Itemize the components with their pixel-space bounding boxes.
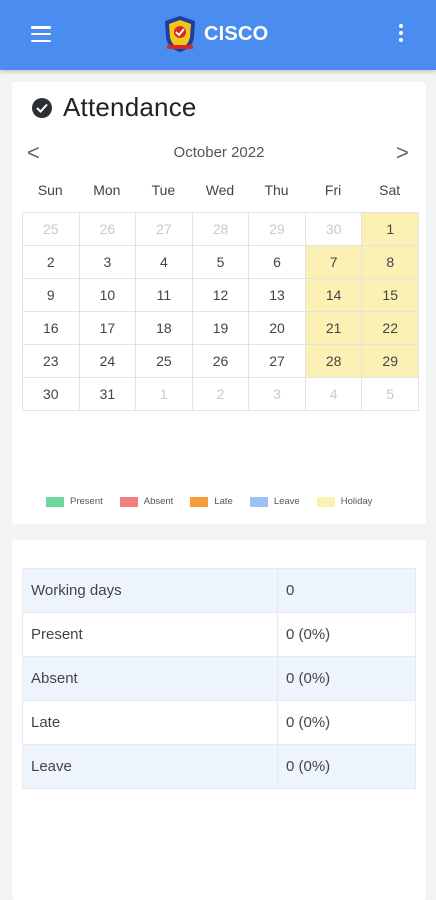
calendar-day[interactable]: 6 [249, 246, 306, 279]
calendar-day[interactable]: 26 [192, 345, 250, 378]
attendance-card: Attendance < October 2022 > Sun Mon Tue Wed… [12, 82, 426, 524]
legend-item: Leave [249, 496, 300, 507]
legend-swatch [249, 496, 268, 507]
calendar-day-outside-month[interactable]: 26 [79, 213, 137, 246]
legend-item: Late [190, 496, 233, 507]
table-row: Present 0 (0%) [22, 612, 416, 657]
calendar-day[interactable]: 17 [79, 312, 137, 345]
legend-label: Holiday [340, 496, 373, 507]
legend-swatch [119, 496, 138, 507]
calendar-day[interactable]: 3 [79, 246, 137, 279]
calendar-day-outside-month[interactable]: 3 [249, 378, 306, 411]
calendar-day[interactable]: 29 [362, 345, 419, 378]
calendar-day[interactable]: 27 [249, 345, 306, 378]
calendar-grid: 25 26 27 28 29 30 1 2 3 4 5 6 7 8 9 10 11 12 13 14 15 16 17 18 1… [22, 212, 419, 411]
legend-item: Holiday [316, 496, 373, 507]
calendar-day[interactable]: 4 [136, 246, 193, 279]
calendar-day-outside-month[interactable]: 25 [23, 213, 80, 246]
legend-label: Present [70, 496, 103, 507]
attendance-legend: Present Absent Late Leave Holiday [46, 496, 389, 507]
summary-label: Late [22, 700, 278, 745]
legend-item: Absent [119, 496, 174, 507]
calendar-day[interactable]: 24 [79, 345, 137, 378]
calendar-day[interactable]: 8 [362, 246, 419, 279]
summary-label: Leave [22, 744, 278, 789]
calendar-day[interactable]: 12 [192, 279, 250, 312]
next-month-button[interactable]: > [396, 142, 409, 164]
calendar-day[interactable]: 11 [136, 279, 193, 312]
calendar-day-outside-month[interactable]: 30 [305, 213, 363, 246]
menu-icon[interactable] [31, 26, 53, 44]
table-row: Late 0 (0%) [22, 700, 416, 745]
legend-label: Absent [143, 496, 174, 507]
weekday-header: Sun Mon Tue Wed Thu Fri Sat [22, 182, 418, 198]
calendar-day[interactable]: 15 [362, 279, 419, 312]
legend-swatch [46, 496, 64, 507]
calendar-day[interactable]: 21 [305, 312, 363, 345]
weekday-label: Sun [37, 182, 63, 198]
summary-value: 0 (0%) [277, 656, 416, 701]
summary-value: 0 (0%) [277, 612, 416, 657]
calendar-day[interactable]: 5 [192, 246, 250, 279]
calendar-day[interactable]: 18 [136, 312, 193, 345]
summary-value: 0 (0%) [277, 700, 416, 745]
app-brand: CISCO [163, 15, 268, 53]
calendar-day-outside-month[interactable]: 5 [362, 378, 419, 411]
legend-label: Leave [273, 496, 300, 507]
calendar-day-outside-month[interactable]: 27 [136, 213, 193, 246]
calendar-day-outside-month[interactable]: 4 [305, 378, 363, 411]
legend-item: Present [46, 496, 103, 507]
weekday-label: Wed [205, 182, 235, 198]
calendar-day[interactable]: 20 [249, 312, 306, 345]
table-row: Leave 0 (0%) [22, 744, 416, 789]
calendar-day[interactable]: 28 [305, 345, 363, 378]
summary-label: Present [22, 612, 278, 657]
calendar-day[interactable]: 13 [249, 279, 306, 312]
calendar-day[interactable]: 14 [305, 279, 363, 312]
calendar-day[interactable]: 30 [23, 378, 80, 411]
calendar-day-outside-month[interactable]: 2 [192, 378, 250, 411]
calendar-day[interactable]: 16 [23, 312, 80, 345]
calendar-day-outside-month[interactable]: 1 [136, 378, 193, 411]
calendar-day[interactable]: 25 [136, 345, 193, 378]
summary-label: Absent [22, 656, 278, 701]
weekday-label: Fri [324, 182, 342, 198]
attendance-title: Attendance [63, 92, 197, 122]
attendance-header: Attendance [32, 92, 197, 123]
calendar-day[interactable]: 1 [362, 213, 419, 246]
more-options-icon[interactable] [393, 24, 409, 48]
summary-value: 0 (0%) [277, 744, 416, 789]
calendar-day[interactable]: 31 [79, 378, 137, 411]
legend-swatch [316, 496, 335, 507]
app-title: CISCO [204, 22, 269, 45]
legend-swatch [190, 496, 209, 507]
summary-value: 0 [277, 568, 416, 613]
weekday-label: Mon [93, 182, 121, 198]
calendar-day[interactable]: 19 [192, 312, 250, 345]
calendar-day-outside-month[interactable]: 29 [249, 213, 306, 246]
weekday-label: Thu [264, 182, 289, 198]
table-row: Working days 0 [22, 568, 416, 613]
calendar-day[interactable]: 22 [362, 312, 419, 345]
month-label: October 2022 [173, 144, 265, 161]
app-bar: CISCO [0, 0, 436, 70]
check-circle-icon [32, 97, 52, 118]
calendar-day[interactable]: 7 [305, 246, 363, 279]
weekday-label: Tue [151, 182, 176, 198]
table-row: Absent 0 (0%) [22, 656, 416, 701]
weekday-label: Sat [379, 182, 401, 198]
calendar-day[interactable]: 23 [23, 345, 80, 378]
legend-label: Late [214, 496, 233, 507]
calendar-day[interactable]: 2 [23, 246, 80, 279]
calendar-day[interactable]: 10 [79, 279, 137, 312]
calendar-day-outside-month[interactable]: 28 [192, 213, 250, 246]
summary-label: Working days [22, 568, 278, 613]
calendar-day[interactable]: 9 [23, 279, 80, 312]
summary-card: Working days 0 Present 0 (0%) Absent 0 (0%) La… [12, 540, 426, 900]
attendance-summary-table: Working days 0 Present 0 (0%) Absent 0 (0%) La… [22, 568, 416, 789]
school-crest-logo [165, 16, 195, 52]
